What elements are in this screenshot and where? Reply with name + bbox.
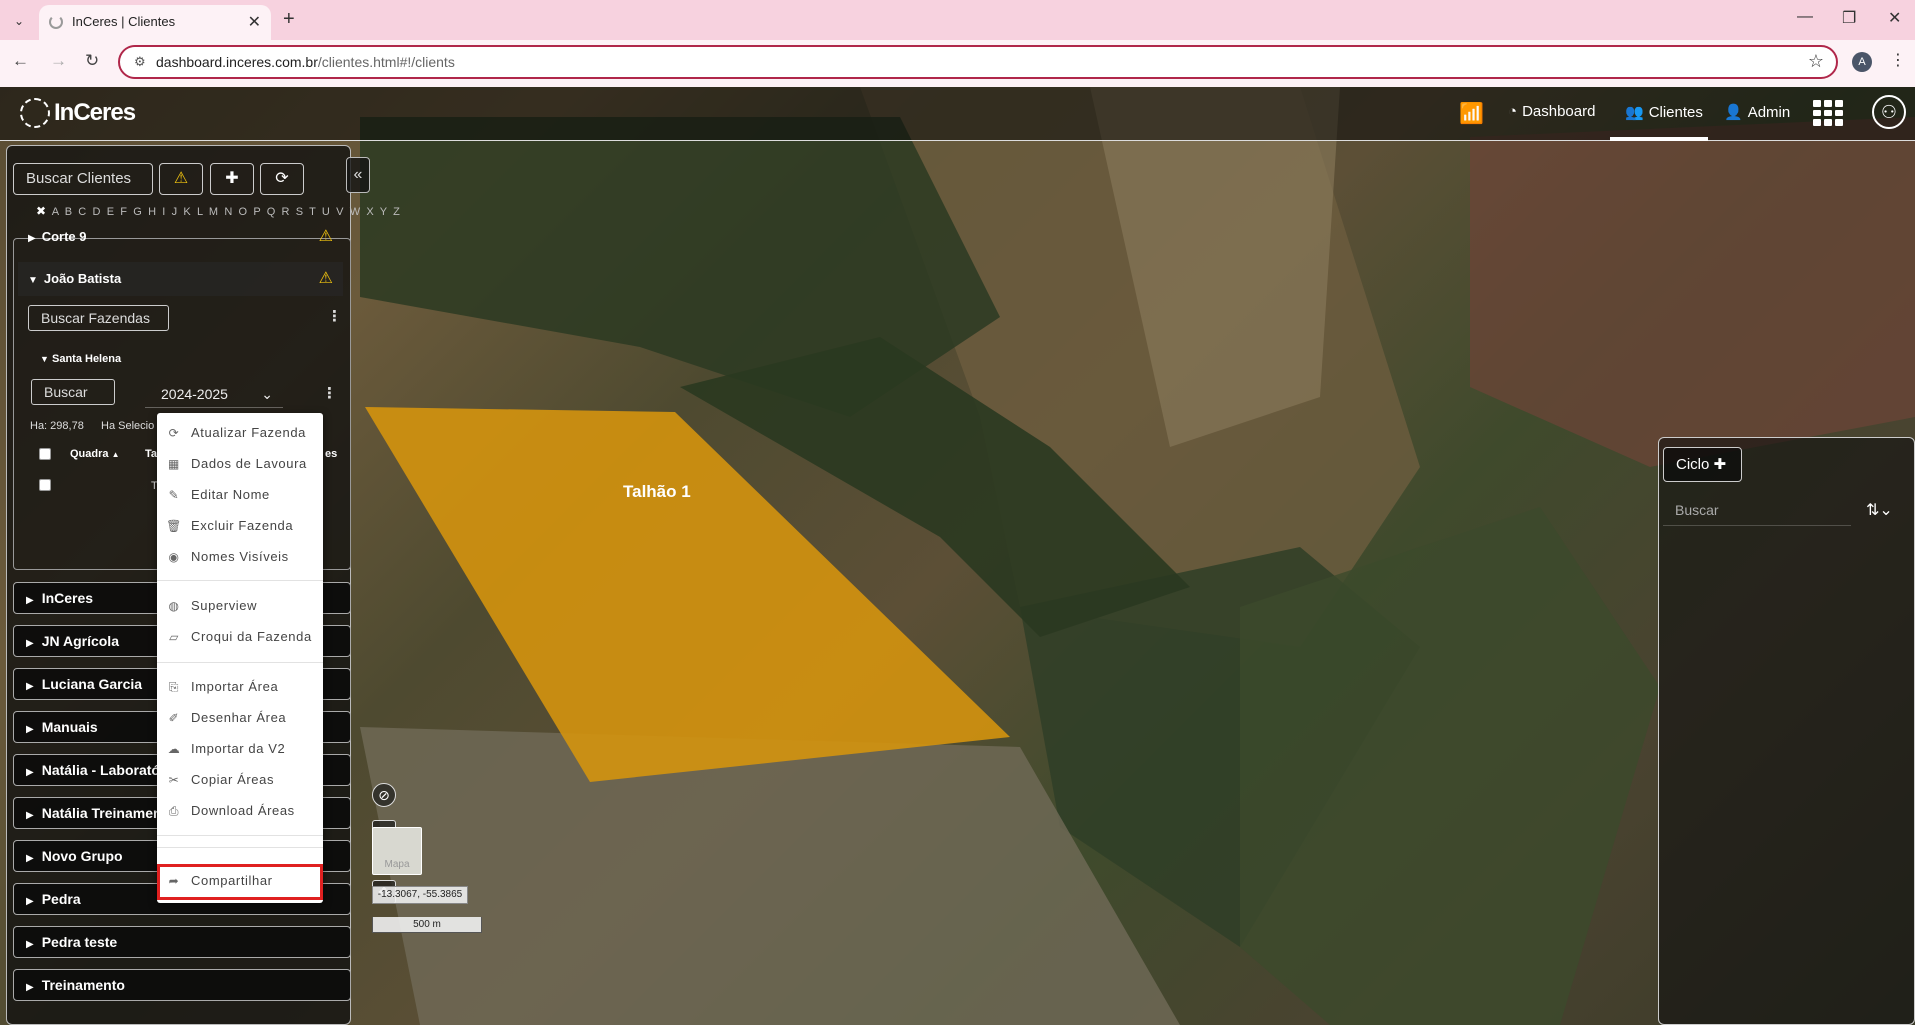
field-label: Talhão 1: [623, 482, 691, 501]
warning-filter-button[interactable]: ⚠: [159, 163, 203, 195]
menu-excluir-fazenda[interactable]: 🗑 Excluir Fazenda: [157, 512, 323, 540]
forward-icon[interactable]: →: [50, 51, 67, 71]
dashboard-icon: ◔: [1508, 103, 1518, 120]
bookmark-star-icon[interactable]: ☆: [1808, 51, 1824, 72]
map-icon: ▱: [169, 630, 179, 644]
menu-divider: [157, 847, 323, 848]
row-checkbox[interactable]: [39, 479, 51, 491]
col-quadra[interactable]: Quadra ▲: [70, 448, 120, 460]
cloud-download-icon: ☁: [167, 742, 181, 756]
farm-context-menu: ⟳ Atualizar Fazenda ▦ Dados de Lavoura ✎ Ed…: [157, 413, 323, 903]
table-icon: ▦: [168, 457, 180, 471]
warning-icon: ⚠: [318, 270, 333, 287]
file-import-icon: ⎘: [168, 680, 180, 694]
select-all-checkbox[interactable]: [39, 448, 51, 460]
sort-icon[interactable]: ⇅⌄: [1866, 500, 1893, 520]
menu-atualizar-fazenda[interactable]: ⟳ Atualizar Fazenda: [157, 419, 323, 447]
loading-spinner-icon: [49, 15, 63, 29]
nav-clientes[interactable]: 👥 Clientes: [1625, 103, 1703, 122]
menu-superview[interactable]: ◍ Superview: [157, 592, 323, 620]
farm-options-icon[interactable]: ⋮: [322, 384, 337, 402]
col-extra[interactable]: es: [325, 448, 337, 460]
browser-tab-bar: ⌄ InCeres | Clientes ✕ + — ❐ ✕: [0, 0, 1915, 40]
browser-tab[interactable]: InCeres | Clientes ✕: [39, 5, 271, 40]
new-tab-icon[interactable]: +: [283, 8, 295, 31]
user-plus-icon: 👤: [1724, 104, 1743, 121]
active-tab-indicator: [1610, 137, 1708, 141]
col-talhao[interactable]: Ta: [145, 448, 157, 460]
menu-croqui-fazenda[interactable]: ▱ Croqui da Fazenda: [157, 623, 323, 651]
nav-admin[interactable]: 👤 Admin: [1724, 103, 1790, 122]
trash-icon: 🗑: [166, 519, 182, 533]
compass-reset-icon[interactable]: ⊘: [372, 783, 396, 807]
clear-filter-icon: ✖: [36, 204, 48, 218]
tab-title: InCeres | Clientes: [72, 14, 176, 29]
group-pedra-teste[interactable]: ▶ Pedra teste: [13, 926, 351, 958]
add-client-button[interactable]: ✚: [210, 163, 254, 195]
pencil-icon: ✎: [168, 488, 180, 502]
refresh-icon: ⟳: [168, 426, 180, 440]
client-corte-9[interactable]: ▶ Corte 9 ⚠: [18, 220, 343, 254]
plus-icon: ✚: [1713, 456, 1727, 473]
farm-santa-helena[interactable]: ▼ Santa Helena: [40, 353, 121, 365]
alphabet-filter[interactable]: ✖ A B C D E F G H I J K L M N O P Q R S …: [36, 204, 401, 218]
eye-icon: ◉: [168, 550, 180, 564]
collapse-panel-icon[interactable]: «: [346, 157, 370, 193]
add-cycle-button[interactable]: Ciclo ✚: [1663, 447, 1742, 482]
browser-menu-icon[interactable]: ⋮: [1890, 50, 1906, 70]
menu-copiar-areas[interactable]: ✂ Copiar Áreas: [157, 766, 323, 794]
apps-grid-icon[interactable]: [1813, 100, 1843, 126]
menu-divider: [157, 580, 323, 581]
menu-editar-nome[interactable]: ✎ Editar Nome: [157, 481, 323, 509]
menu-dados-lavoura[interactable]: ▦ Dados de Lavoura: [157, 450, 323, 478]
menu-nomes-visiveis[interactable]: ◉ Nomes Visíveis: [157, 543, 323, 571]
site-info-icon[interactable]: ⚙: [134, 54, 146, 70]
warning-icon: ⚠: [318, 228, 333, 245]
season-select[interactable]: 2024-2025 ⌄: [145, 380, 283, 408]
group-treinamento[interactable]: ▶ Treinamento: [13, 969, 351, 1001]
tab-list-dropdown-icon[interactable]: ⌄: [8, 10, 30, 32]
search-areas-input[interactable]: Buscar: [31, 379, 115, 405]
minimize-icon[interactable]: —: [1797, 8, 1813, 26]
cycle-search-input[interactable]: Buscar: [1663, 494, 1851, 526]
menu-divider: [157, 662, 323, 663]
users-icon: 👥: [1625, 104, 1644, 121]
wifi-icon: 📶: [1459, 103, 1484, 125]
field-area: [1470, 117, 1915, 467]
layer-switcher-thumbnail[interactable]: Mapa: [372, 827, 422, 875]
close-window-icon[interactable]: ✕: [1888, 8, 1901, 28]
client-options-icon[interactable]: ⋮: [327, 307, 342, 325]
client-joao-batista[interactable]: ▼ João Batista ⚠: [18, 262, 343, 296]
cursor-coordinates: -13.3067, -55.3865: [372, 886, 468, 904]
nav-dashboard[interactable]: ◔ Dashboard: [1508, 103, 1595, 120]
menu-divider: [157, 835, 323, 836]
highlight-box: [157, 864, 323, 900]
refresh-button[interactable]: ⟳: [260, 163, 304, 195]
reload-icon[interactable]: ↻: [85, 51, 99, 71]
profile-avatar[interactable]: A: [1852, 52, 1872, 72]
app-header: InCeres 📶 ◔ Dashboard 👥 Clientes 👤 Admin ⚇: [0, 87, 1915, 141]
map-scale-bar: 500 m: [372, 917, 482, 933]
menu-desenhar-area[interactable]: ✐ Desenhar Área: [157, 704, 323, 732]
back-icon[interactable]: ←: [12, 51, 29, 71]
menu-download-areas[interactable]: ⎙ Download Áreas: [157, 797, 323, 825]
restore-icon[interactable]: ❐: [1842, 8, 1856, 28]
ha-selected: Ha Selecio: [101, 420, 155, 432]
ha-total: Ha: 298,78: [30, 420, 84, 432]
browser-toolbar: ← → ↻ ⚙ dashboard.inceres.com.br/cliente…: [0, 40, 1915, 87]
menu-importar-area[interactable]: ⎘ Importar Área: [157, 673, 323, 701]
search-clients-input[interactable]: Buscar Clientes: [13, 163, 153, 195]
logo-icon: [20, 98, 50, 128]
file-download-icon: ⎙: [168, 804, 180, 818]
inceres-logo[interactable]: InCeres: [20, 93, 136, 133]
menu-importar-v2[interactable]: ☁ Importar da V2: [157, 735, 323, 763]
url-text: dashboard.inceres.com.br/clientes.html#!…: [156, 54, 455, 70]
user-account-icon[interactable]: ⚇: [1872, 95, 1906, 129]
scissors-icon: ✂: [168, 773, 180, 787]
search-farms-input[interactable]: Buscar Fazendas: [28, 305, 169, 331]
compass-icon: ◍: [168, 599, 180, 613]
address-bar[interactable]: ⚙ dashboard.inceres.com.br/clientes.html…: [118, 45, 1838, 79]
close-tab-icon[interactable]: ✕: [248, 12, 261, 32]
paintbrush-icon: ✐: [168, 711, 180, 725]
